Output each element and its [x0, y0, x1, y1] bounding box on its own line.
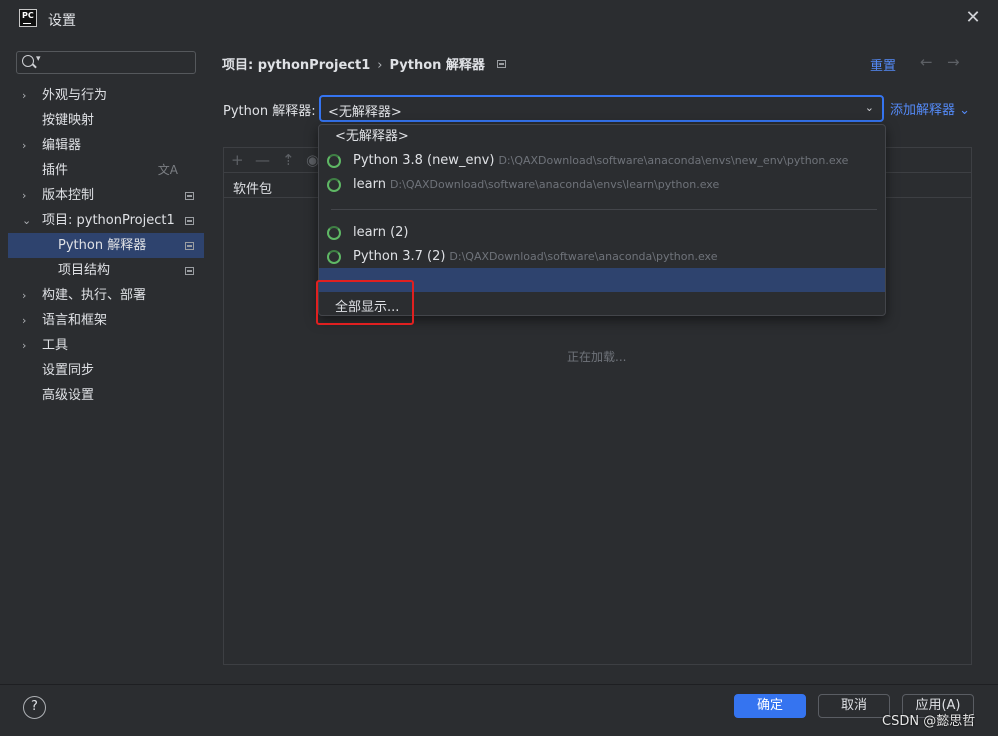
- settings-sidebar: ▾ › 外观与行为 按键映射 › 编辑器 插件 文A › 版本控制 ⌄ 项目: …: [0, 38, 210, 684]
- chevron-right-icon: ›: [22, 189, 27, 202]
- page-icon: [185, 267, 194, 275]
- sidebar-item-tools[interactable]: › 工具: [8, 333, 204, 358]
- pycharm-logo-icon: PC: [19, 9, 37, 27]
- forward-arrow-icon[interactable]: →: [947, 53, 960, 71]
- sidebar-item-label: 插件: [42, 163, 69, 178]
- sidebar-item-advanced[interactable]: 高级设置: [8, 383, 204, 408]
- breadcrumb: 项目: pythonProject1 › Python 解释器: [222, 54, 506, 73]
- sidebar-item-languages[interactable]: › 语言和框架: [8, 308, 204, 333]
- dropdown-option[interactable]: learn (2): [319, 221, 885, 245]
- option-name: Python 3.8 (new_env): [353, 153, 495, 168]
- option-label: Python 3.8 (new_env) D:\QAXDownload\softw…: [353, 149, 848, 173]
- chevron-right-icon: ›: [22, 339, 27, 352]
- sidebar-item-project[interactable]: ⌄ 项目: pythonProject1: [8, 208, 204, 233]
- sidebar-item-version-control[interactable]: › 版本控制: [8, 183, 204, 208]
- dropdown-option[interactable]: Python 3.8 (new_env) D:\QAXDownload\softw…: [319, 149, 885, 173]
- cancel-button[interactable]: 取消: [818, 694, 890, 718]
- loading-text: 正在加载...: [567, 350, 627, 364]
- option-name: <无解释器>: [335, 129, 409, 144]
- page-icon: [185, 242, 194, 250]
- translate-icon: 文A: [157, 163, 178, 177]
- remove-icon[interactable]: —: [255, 151, 270, 169]
- sidebar-item-keymap[interactable]: 按键映射: [8, 108, 204, 133]
- breadcrumb-page: Python 解释器: [389, 58, 485, 73]
- chevron-down-icon: ⌄: [22, 214, 32, 227]
- add-interpreter-link[interactable]: 添加解释器 ⌄: [890, 99, 970, 118]
- chevron-down-icon: ⌄: [864, 101, 874, 114]
- python-interpreter-icon: [327, 250, 341, 264]
- sidebar-item-label: 外观与行为: [42, 88, 108, 103]
- breadcrumb-separator: ›: [377, 58, 383, 73]
- sidebar-item-label: 按键映射: [42, 113, 95, 128]
- option-label: learn D:\QAXDownload\software\anaconda\en…: [353, 173, 719, 197]
- python-interpreter-icon: [327, 226, 341, 240]
- python-interpreter-icon: [327, 154, 341, 168]
- sidebar-item-label: 版本控制: [42, 188, 95, 203]
- sidebar-item-label: 工具: [42, 338, 69, 353]
- sidebar-item-label: Python 解释器: [58, 238, 147, 253]
- option-name: Python 3.7 (2): [353, 249, 446, 264]
- window-title: 设置: [48, 13, 76, 29]
- search-input[interactable]: ▾: [16, 51, 196, 74]
- chevron-down-icon: ▾: [36, 54, 41, 64]
- dialog-footer: ? 确定 取消 应用(A) CSDN @懿思哲: [0, 684, 998, 736]
- help-icon[interactable]: ?: [23, 696, 46, 719]
- sidebar-item-label: 语言和框架: [42, 313, 108, 328]
- interpreter-select[interactable]: <无解释器> ⌄: [319, 95, 884, 122]
- option-label: Python 3.7 (2) D:\QAXDownload\software\an…: [353, 245, 717, 269]
- option-path: D:\QAXDownload\software\anaconda\envs\ne…: [498, 154, 849, 167]
- sidebar-item-label: 项目结构: [58, 263, 111, 278]
- page-icon: [496, 60, 506, 68]
- title-bar: PC 设置 ✕: [0, 0, 998, 38]
- dropdown-option-none[interactable]: <无解释器>: [319, 125, 885, 149]
- option-name: learn: [353, 177, 386, 192]
- sidebar-item-python-interpreter[interactable]: Python 解释器: [8, 233, 204, 258]
- option-label: learn (2): [353, 221, 408, 245]
- sidebar-item-label: 设置同步: [42, 363, 95, 378]
- sidebar-item-appearance[interactable]: › 外观与行为: [8, 83, 204, 108]
- breadcrumb-project: 项目: pythonProject1: [222, 58, 371, 73]
- option-path: D:\QAXDownload\software\anaconda\python.…: [449, 250, 718, 263]
- interpreter-select-value: <无解释器>: [328, 105, 402, 120]
- dropdown-option[interactable]: learn D:\QAXDownload\software\anaconda\en…: [319, 173, 885, 197]
- back-arrow-icon[interactable]: ←: [920, 53, 933, 71]
- sidebar-item-label: 构建、执行、部署: [42, 288, 147, 303]
- python-interpreter-icon: [327, 178, 341, 192]
- chevron-right-icon: ›: [22, 289, 27, 302]
- search-icon: [22, 55, 34, 67]
- settings-tree: › 外观与行为 按键映射 › 编辑器 插件 文A › 版本控制 ⌄ 项目: py…: [8, 83, 204, 408]
- package-column-header: 软件包: [233, 182, 273, 197]
- interpreter-label: Python 解释器:: [223, 104, 316, 119]
- reset-link[interactable]: 重置: [870, 55, 896, 74]
- sidebar-item-editor[interactable]: › 编辑器: [8, 133, 204, 158]
- option-name: learn (2): [353, 225, 409, 240]
- option-path: D:\QAXDownload\software\anaconda\envs\le…: [389, 178, 720, 191]
- ok-button[interactable]: 确定: [734, 694, 806, 718]
- sidebar-item-plugins[interactable]: 插件 文A: [8, 158, 204, 183]
- chevron-right-icon: ›: [22, 89, 27, 102]
- page-icon: [185, 192, 194, 200]
- sidebar-item-label: 编辑器: [42, 138, 82, 153]
- chevron-right-icon: ›: [22, 139, 27, 152]
- sidebar-item-label: 高级设置: [42, 388, 95, 403]
- add-icon[interactable]: +: [231, 151, 244, 169]
- sidebar-item-label: 项目: pythonProject1: [42, 213, 175, 228]
- upgrade-icon[interactable]: ⇡: [282, 151, 295, 169]
- sidebar-item-project-structure[interactable]: 项目结构: [8, 258, 204, 283]
- sidebar-item-settings-sync[interactable]: 设置同步: [8, 358, 204, 383]
- watermark: CSDN @懿思哲: [882, 714, 976, 729]
- annotation-highlight-box: [316, 280, 414, 325]
- page-icon: [185, 217, 194, 225]
- dropdown-option[interactable]: Python 3.7 (2) D:\QAXDownload\software\an…: [319, 245, 885, 269]
- close-icon[interactable]: ✕: [965, 9, 981, 27]
- chevron-right-icon: ›: [22, 314, 27, 327]
- sidebar-item-build[interactable]: › 构建、执行、部署: [8, 283, 204, 308]
- dropdown-separator: [331, 209, 877, 210]
